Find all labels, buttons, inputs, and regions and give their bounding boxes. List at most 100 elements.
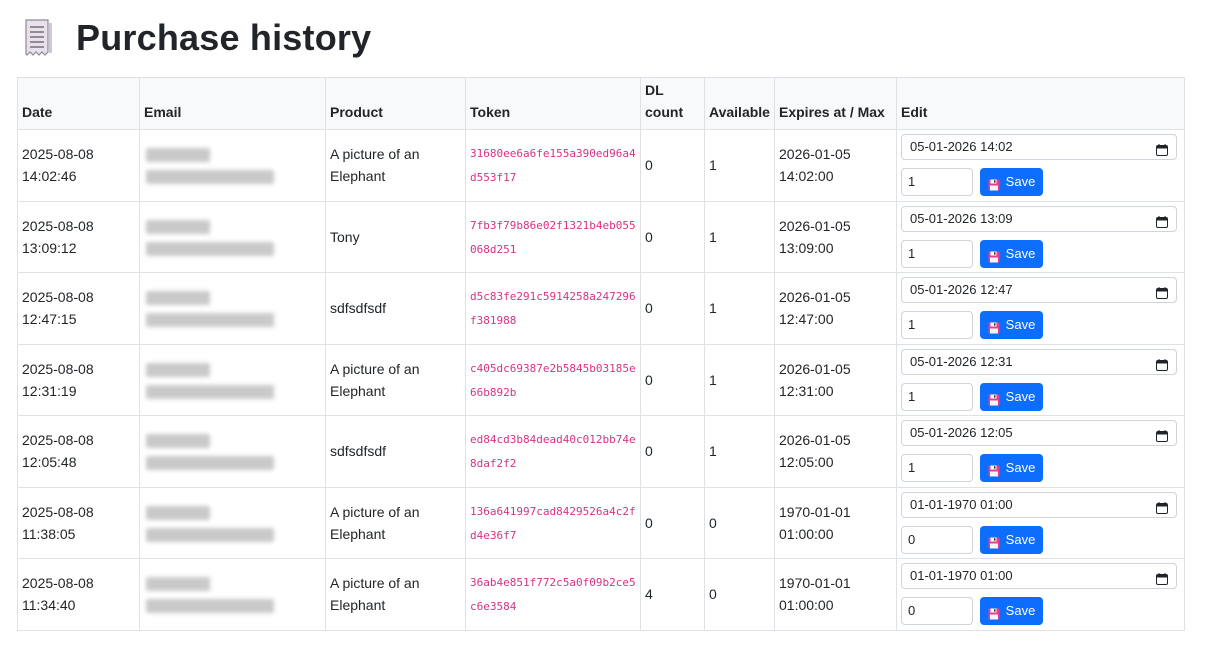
expires-datetime-input[interactable]: 05-01-2026 13:09 bbox=[901, 205, 1177, 232]
save-button[interactable]: Save bbox=[980, 525, 1043, 554]
save-label: Save bbox=[1005, 174, 1036, 190]
redacted-name bbox=[146, 362, 210, 377]
max-downloads-input[interactable]: 0 bbox=[901, 525, 973, 554]
purchase-time: 13:09:12 bbox=[22, 239, 77, 256]
purchase-date: 2025-08-08 bbox=[22, 503, 94, 520]
max-downloads-input[interactable]: 1 bbox=[901, 382, 973, 411]
redacted-name bbox=[146, 219, 210, 234]
column-header-expires: Expires at / Max bbox=[774, 77, 897, 130]
token-code: c405dc69387e2b5845b03185e66b892b bbox=[470, 361, 636, 399]
date-cell: 2025-08-08 12:31:19 bbox=[17, 343, 140, 416]
available-cell: 1 bbox=[704, 129, 775, 202]
purchase-date: 2025-08-08 bbox=[22, 146, 94, 163]
dl-header-line2: count bbox=[645, 104, 684, 120]
product-cell: A picture of an Elephant bbox=[325, 558, 466, 631]
token-cell: 36ab4e851f772c5a0f09b2ce5c6e3584 bbox=[465, 558, 641, 631]
purchase-time: 11:34:40 bbox=[22, 597, 76, 614]
max-downloads-input[interactable]: 1 bbox=[901, 168, 973, 197]
calendar-icon[interactable] bbox=[1156, 499, 1168, 514]
edit-cell: 01-01-1970 01:00 0 Save bbox=[896, 486, 1185, 559]
available-cell: 1 bbox=[704, 272, 775, 345]
edit-cell: 05-01-2026 12:47 1 Save bbox=[896, 272, 1185, 345]
token-code: 7fb3f79b86e02f1321b4eb055068d251 bbox=[470, 218, 636, 256]
email-cell bbox=[139, 343, 326, 416]
max-downloads-input[interactable]: 1 bbox=[901, 239, 973, 268]
save-label: Save bbox=[1005, 317, 1036, 333]
redacted-email bbox=[146, 527, 274, 542]
floppy-disk-icon bbox=[988, 462, 1000, 477]
redacted-email bbox=[146, 313, 274, 328]
max-downloads-input[interactable]: 1 bbox=[901, 311, 973, 340]
redacted-email bbox=[146, 384, 274, 399]
save-button[interactable]: Save bbox=[980, 454, 1043, 483]
dl-header-line1: DL bbox=[645, 82, 664, 98]
expires-date: 2026-01-05 bbox=[779, 146, 851, 163]
expires-datetime-input[interactable]: 05-01-2026 12:47 bbox=[901, 277, 1177, 304]
max-downloads-input[interactable]: 0 bbox=[901, 597, 973, 626]
max-save-row: 1 Save bbox=[901, 382, 1180, 411]
max-downloads-input[interactable]: 1 bbox=[901, 454, 973, 483]
expires-cell: 2026-01-05 12:31:00 bbox=[774, 343, 897, 416]
calendar-icon[interactable] bbox=[1156, 356, 1168, 371]
token-cell: 31680ee6a6fe155a390ed96a4d553f17 bbox=[465, 129, 641, 202]
calendar-icon[interactable] bbox=[1156, 427, 1168, 443]
column-header-available: Available bbox=[704, 77, 775, 130]
expires-time: 01:00:00 bbox=[779, 525, 834, 542]
calendar-icon[interactable] bbox=[1156, 213, 1168, 228]
column-header-edit: Edit bbox=[896, 77, 1185, 130]
expires-date: 2026-01-05 bbox=[779, 360, 851, 377]
purchase-time: 12:05:48 bbox=[22, 454, 77, 471]
table-row: 2025-08-08 12:31:19 A picture of an Eleph… bbox=[17, 343, 1185, 416]
calendar-icon[interactable] bbox=[1156, 284, 1168, 300]
redacted-email bbox=[146, 599, 274, 614]
expires-time: 14:02:00 bbox=[779, 168, 834, 185]
floppy-disk-icon bbox=[988, 176, 1000, 191]
receipt-icon bbox=[22, 18, 54, 58]
column-header-token: Token bbox=[465, 77, 641, 130]
date-cell: 2025-08-08 13:09:12 bbox=[17, 200, 140, 273]
redacted-email bbox=[146, 170, 274, 185]
column-header-product: Product bbox=[325, 77, 466, 130]
page-header: Purchase history bbox=[22, 14, 371, 62]
expires-time: 13:09:00 bbox=[779, 239, 834, 256]
expires-datetime-input[interactable]: 01-01-1970 01:00 bbox=[901, 563, 1177, 590]
save-button[interactable]: Save bbox=[980, 311, 1043, 340]
dl-count-cell: 0 bbox=[640, 129, 705, 202]
redacted-name bbox=[146, 505, 210, 520]
calendar-icon[interactable] bbox=[1156, 570, 1168, 586]
expires-time: 12:05:00 bbox=[779, 454, 834, 471]
expires-datetime-input[interactable]: 05-01-2026 12:05 bbox=[901, 420, 1177, 447]
table-row: 2025-08-08 13:09:12 Tony 7fb3f79b86e02f13… bbox=[17, 200, 1185, 273]
date-cell: 2025-08-08 12:47:15 bbox=[17, 272, 140, 345]
save-button[interactable]: Save bbox=[980, 168, 1043, 197]
expires-cell: 1970-01-01 01:00:00 bbox=[774, 558, 897, 631]
max-value: 1 bbox=[908, 388, 916, 404]
save-button[interactable]: Save bbox=[980, 597, 1043, 626]
column-header-date: Date bbox=[17, 77, 140, 130]
datetime-value: 05-01-2026 12:47 bbox=[910, 282, 1013, 298]
token-code: 31680ee6a6fe155a390ed96a4d553f17 bbox=[470, 147, 636, 185]
available-cell: 1 bbox=[704, 343, 775, 416]
save-button[interactable]: Save bbox=[980, 382, 1043, 411]
token-code: 36ab4e851f772c5a0f09b2ce5c6e3584 bbox=[470, 576, 636, 614]
available-cell: 1 bbox=[704, 200, 775, 273]
token-code: 136a641997cad8429526a4c2fd4e36f7 bbox=[470, 504, 636, 542]
email-cell bbox=[139, 129, 326, 202]
expires-datetime-input[interactable]: 05-01-2026 12:31 bbox=[901, 348, 1177, 375]
calendar-icon[interactable] bbox=[1156, 141, 1168, 157]
purchase-time: 14:02:46 bbox=[22, 168, 77, 185]
edit-cell: 05-01-2026 14:02 1 Save bbox=[896, 129, 1185, 202]
table-row: 2025-08-08 12:05:48 sdfsdfsdf ed84cd3b84d… bbox=[17, 415, 1185, 488]
save-label: Save bbox=[1005, 245, 1036, 261]
email-cell bbox=[139, 558, 326, 631]
expires-datetime-input[interactable]: 01-01-1970 01:00 bbox=[901, 491, 1177, 518]
expires-date: 2026-01-05 bbox=[779, 217, 851, 234]
token-code: ed84cd3b84dead40c012bb74e8daf2f2 bbox=[470, 433, 636, 471]
redacted-email bbox=[146, 241, 274, 256]
expires-datetime-input[interactable]: 05-01-2026 14:02 bbox=[901, 134, 1177, 161]
product-cell: A picture of an Elephant bbox=[325, 129, 466, 202]
product-cell: Tony bbox=[325, 200, 466, 273]
purchase-time: 11:38:05 bbox=[22, 525, 76, 542]
save-button[interactable]: Save bbox=[980, 239, 1043, 268]
email-cell bbox=[139, 200, 326, 273]
